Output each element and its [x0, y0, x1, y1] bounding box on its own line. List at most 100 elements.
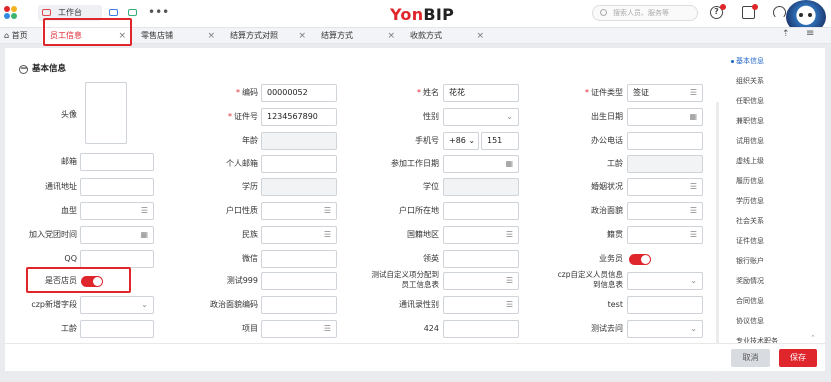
- salesman-label: 业务员: [599, 254, 623, 263]
- personal-email-field[interactable]: [261, 155, 337, 173]
- idtype-field[interactable]: 签证 ☰: [627, 84, 703, 102]
- mobile-field[interactable]: 151: [481, 132, 519, 150]
- nav-item-dotted-leader[interactable]: 虚线上级: [736, 156, 764, 166]
- address-type-field[interactable]: ☰: [443, 296, 519, 314]
- project-field[interactable]: ☰: [261, 320, 337, 338]
- nav-item-org[interactable]: 组织关系: [736, 76, 764, 86]
- test-go-field[interactable]: ⌄: [627, 320, 703, 338]
- nav-item-contract[interactable]: 合同信息: [736, 296, 764, 306]
- list-icon: ☰: [323, 206, 331, 215]
- close-icon[interactable]: ×: [387, 28, 395, 44]
- political-field[interactable]: ☰: [627, 202, 703, 220]
- custom-doc-label: 测试自定义项分配到员工信息表: [371, 270, 440, 289]
- message-badge: [752, 4, 758, 10]
- list-icon: ☰: [323, 230, 331, 239]
- email-field[interactable]: [80, 153, 154, 171]
- scrollbar[interactable]: [716, 102, 719, 382]
- tab-menu-icon[interactable]: ≡: [806, 28, 814, 39]
- test-field[interactable]: [627, 296, 703, 314]
- close-icon[interactable]: ×: [298, 28, 306, 44]
- num424-field[interactable]: [443, 320, 519, 338]
- name-label: 姓名: [423, 88, 439, 97]
- nav-item-agreement[interactable]: 协议信息: [736, 316, 764, 326]
- country-field[interactable]: ☰: [443, 226, 519, 244]
- test999-field[interactable]: [261, 272, 337, 290]
- photo-upload[interactable]: [85, 82, 127, 144]
- mobile-prefix-select[interactable]: +86 ⌄: [443, 132, 479, 150]
- nav-item-certificate[interactable]: 证件信息: [736, 236, 764, 246]
- gender-select[interactable]: ⌄: [443, 108, 519, 126]
- nav-item-parttime[interactable]: 兼职信息: [736, 116, 764, 126]
- tab-settlement-method[interactable]: 结算方式 ×: [313, 28, 401, 45]
- birthday-field[interactable]: ▦: [627, 108, 703, 126]
- czp-new-field[interactable]: ⌄: [80, 296, 154, 314]
- close-icon[interactable]: ×: [207, 28, 215, 44]
- nav-item-resume[interactable]: 履历信息: [736, 176, 764, 186]
- hukou-type-field[interactable]: ☰: [261, 202, 337, 220]
- back-to-top-icon[interactable]: ⌃: [810, 334, 816, 342]
- close-icon[interactable]: ×: [476, 28, 484, 44]
- nav-item-job[interactable]: 任职信息: [736, 96, 764, 106]
- app-icon-green[interactable]: [128, 9, 137, 16]
- custom-doc2-field[interactable]: ⌄: [627, 272, 703, 290]
- birthday-label: 出生日期: [591, 112, 623, 121]
- idtype-label: 证件类型: [591, 88, 623, 97]
- officephone-field[interactable]: [627, 132, 703, 150]
- hukou-place-label: 户口所在地: [399, 206, 439, 215]
- calendar-icon: ▦: [689, 112, 697, 121]
- hukou-place-field[interactable]: [443, 202, 519, 220]
- nav-item-bank[interactable]: 银行账户: [736, 256, 764, 266]
- nav-item-probation[interactable]: 试用信息: [736, 136, 764, 146]
- list-icon: ☰: [505, 230, 513, 239]
- idno-label: 证件号: [234, 112, 258, 121]
- footer-bar: 取消 保存: [5, 343, 825, 371]
- custom-doc-field[interactable]: ☰: [443, 272, 519, 290]
- linkedin-field[interactable]: [443, 250, 519, 268]
- test999-label: 测试999: [226, 276, 258, 285]
- section-basic-info[interactable]: − 基本信息: [19, 62, 66, 74]
- party-date-field[interactable]: ▦: [80, 226, 154, 244]
- global-search-input[interactable]: 搜索人员、服务等: [592, 5, 698, 21]
- degree-field: [443, 178, 519, 196]
- address-field[interactable]: [80, 178, 154, 196]
- list-icon: ☰: [689, 206, 697, 215]
- qq-field[interactable]: [80, 250, 154, 268]
- tab-share-icon[interactable]: ⇡: [782, 29, 790, 39]
- nav-item-education[interactable]: 学历信息: [736, 196, 764, 206]
- blood-field[interactable]: ☰: [80, 202, 154, 220]
- collapse-icon[interactable]: −: [19, 65, 28, 74]
- list-icon: ☰: [689, 230, 697, 239]
- idno-field[interactable]: 1234567890: [261, 108, 337, 126]
- nav-item-social[interactable]: 社会关系: [736, 216, 764, 226]
- code-label: 编码: [242, 88, 258, 97]
- salesman-toggle[interactable]: [629, 254, 651, 265]
- tab-payment-method[interactable]: 收款方式 ×: [402, 28, 490, 45]
- wechat-field[interactable]: [261, 250, 337, 268]
- join-date-field[interactable]: ▦: [443, 155, 519, 173]
- linkedin-label: 领英: [423, 254, 439, 263]
- seniority2-field[interactable]: [80, 320, 154, 338]
- native-field[interactable]: ☰: [627, 226, 703, 244]
- nav-item-reward[interactable]: 奖励情况: [736, 276, 764, 286]
- tab-settlement-mapping[interactable]: 结算方式对照 ×: [222, 28, 312, 45]
- tab-home[interactable]: ⌂ 首页: [0, 28, 40, 45]
- political-code-field[interactable]: [261, 296, 337, 314]
- cancel-button[interactable]: 取消: [731, 349, 770, 367]
- active-dot: [731, 60, 734, 63]
- chevron-down-icon: ⌄: [690, 276, 697, 285]
- nation-field[interactable]: ☰: [261, 226, 337, 244]
- test-label: test: [607, 300, 623, 309]
- political-code-label: 政治面貌编码: [210, 300, 258, 309]
- code-field[interactable]: 00000052: [261, 84, 337, 102]
- tab-retail-store[interactable]: 零售店铺 ×: [133, 28, 221, 45]
- app-grid-logo-icon[interactable]: [4, 6, 20, 20]
- photo-label: 头像: [61, 110, 77, 119]
- name-field[interactable]: 花花: [443, 84, 519, 102]
- app-icon-blue[interactable]: [109, 9, 118, 16]
- more-icon[interactable]: •••: [148, 5, 169, 19]
- save-button[interactable]: 保存: [779, 349, 817, 367]
- nav-item-basic[interactable]: 基本信息: [736, 56, 764, 66]
- seniority-field: [627, 155, 703, 173]
- headset-icon[interactable]: [773, 6, 786, 19]
- marital-field[interactable]: ☰: [627, 178, 703, 196]
